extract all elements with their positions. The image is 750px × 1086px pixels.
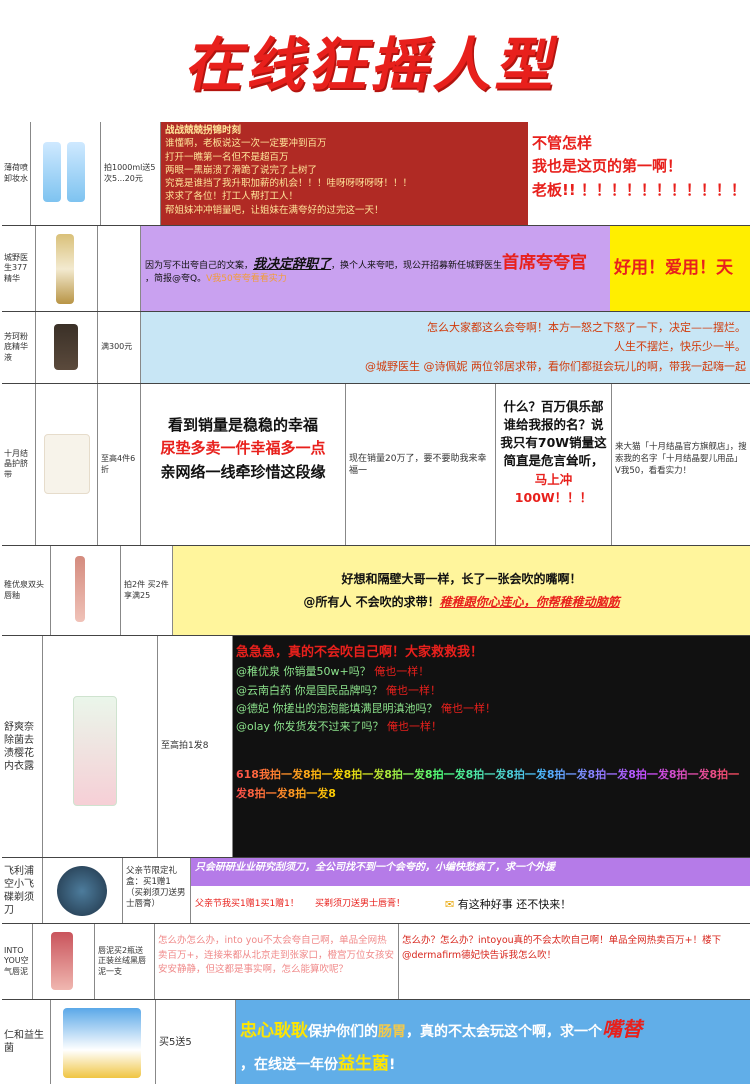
promo-price: 父亲节限定礼盒：买1赠1（买剃须刀送男士唇膏）	[122, 858, 190, 923]
promo-price	[97, 226, 140, 311]
ad-copy: 什么？百万俱乐部谁给我报的名？说我只有70W销量这简直是危言耸听，马上冲100W…	[495, 384, 611, 545]
promo-price: 拍1000ml送5次5...20元	[100, 122, 160, 225]
product-image	[42, 858, 122, 923]
product-name: INTO YOU空气唇泥	[4, 945, 29, 976]
product-name: 舒爽奈除菌去渍樱花内衣露	[4, 721, 34, 772]
ad-copy: 怎么办怎么办，into you不太会夸自己啊，单品全网热卖百万+，连接来都从北京…	[154, 924, 398, 999]
table-row: 薄荷喷卸妆水 拍1000ml送5次5...20元 战战兢兢拐锦时刻 谁懂啊，老板…	[2, 122, 750, 226]
product-name: 薄荷喷卸妆水	[4, 163, 28, 183]
product-image	[35, 384, 97, 545]
gift-icon: ✉	[445, 897, 455, 911]
promo-price: 满300元	[97, 312, 140, 383]
product-image	[35, 312, 97, 383]
product-name: 飞利浦空小飞碟剃须刀	[4, 865, 34, 916]
promo-price: 至高拍1发8	[157, 636, 232, 857]
table-row: 稚优泉双头唇釉 拍2件 买2件享满25 好想和隔壁大哥一样，长了一张会吹的嘴啊！…	[2, 546, 750, 636]
reply-copy: 怎么办？怎么办？intoyou真的不会太吹自己啊！单品全网热卖百万+！楼下@de…	[398, 924, 750, 999]
promo-price: 买5送5	[155, 1000, 235, 1084]
ad-copy: 好想和隔壁大哥一样，长了一张会吹的嘴啊！ @所有人 不会吹的求带！稚稚跟你心连心…	[172, 546, 750, 635]
table-row: 舒爽奈除菌去渍樱花内衣露 至高拍1发8 急急急，真的不会吹自己啊！大家救救我！ …	[2, 636, 750, 858]
product-name: 芳珂粉底精华液	[4, 331, 28, 362]
ad-copy: 忠心耿耿保护你们的肠胃，真的不太会玩这个啊，求一个嘴替 ，在线送一年份益生菌!	[235, 1000, 750, 1084]
reply-copy: 不管怎样 我也是这页的第一啊！ 老板!! ！！！！！！！！！！！	[532, 134, 746, 199]
promo-price: 至高4件6折	[97, 384, 140, 545]
product-image	[30, 122, 100, 225]
product-image	[50, 546, 120, 635]
ad-copy: 来大猫「十月结晶官方旗舰店」，搜索我的名字「十月结晶婴儿用品」V我50，看看实力…	[611, 384, 750, 545]
promo-price: 唇泥买2瓶送正装丝绒黑唇泥一支	[94, 924, 154, 999]
ad-copy: 怎么大家都这么会夸啊！本方一怒之下怒了一下，决定——摆烂。 人生不摆烂，快乐少一…	[140, 312, 750, 383]
product-name: 稚优泉双头唇釉	[4, 580, 44, 600]
ad-copy: 只会研研业业研究刮须刀，全公司找不到一个会夸的，小编快愁疯了，求一个外援 父亲节…	[190, 858, 750, 923]
table-row: INTO YOU空气唇泥 唇泥买2瓶送正装丝绒黑唇泥一支 怎么办怎么办，into…	[2, 924, 750, 1000]
ad-copy: 战战兢兢拐锦时刻 谁懂啊，老板说这一次一定要冲到百万 打开一瞧第一名但不是超百万…	[160, 122, 528, 225]
table-row: 城野医生377精华 因为写不出夸自己的文案，我决定辞职了，换个人来夸吧，现公开招…	[2, 226, 750, 312]
table-row: 芳珂粉底精华液 满300元 怎么大家都这么会夸啊！本方一怒之下怒了一下，决定——…	[2, 312, 750, 384]
table-row: 仁和益生菌 买5送5 忠心耿耿保护你们的肠胃，真的不太会玩这个啊，求一个嘴替 ，…	[2, 1000, 750, 1084]
product-name: 十月结晶护脐带	[4, 448, 28, 479]
product-name: 城野医生377精华	[4, 252, 28, 283]
ad-copy: 急急急，真的不会吹自己啊！大家救救我！ @稚优泉 你销量50w+吗？ 俺也一样！…	[232, 636, 750, 857]
product-image	[42, 636, 157, 857]
reply-copy: 好用！爱用！天	[610, 226, 750, 311]
promo-price: 拍2件 买2件享满25	[120, 546, 172, 635]
ad-copy: 因为写不出夸自己的文案，我决定辞职了，换个人来夸吧，现公开招募新任城野医生首席夸…	[140, 226, 610, 311]
table-row: 飞利浦空小飞碟剃须刀 父亲节限定礼盒：买1赠1（买剃须刀送男士唇膏） 只会研研业…	[2, 858, 750, 924]
ad-copy: 现在销量20万了，要不要助我来幸福一	[345, 384, 495, 545]
product-image	[35, 226, 97, 311]
product-image	[50, 1000, 155, 1084]
ad-copy: 看到销量是稳稳的幸福 尿垫多卖一件幸福多一点 亲网络一线牵珍惜这段缘	[140, 384, 345, 545]
table-row: 十月结晶护脐带 至高4件6折 看到销量是稳稳的幸福 尿垫多卖一件幸福多一点 亲网…	[2, 384, 750, 546]
gift-badge: ✉ 有这种好事 还不快来！	[445, 897, 572, 911]
product-name: 仁和益生菌	[4, 1030, 44, 1054]
product-image	[32, 924, 94, 999]
page-title: 在线狂摇人型	[181, 31, 568, 99]
